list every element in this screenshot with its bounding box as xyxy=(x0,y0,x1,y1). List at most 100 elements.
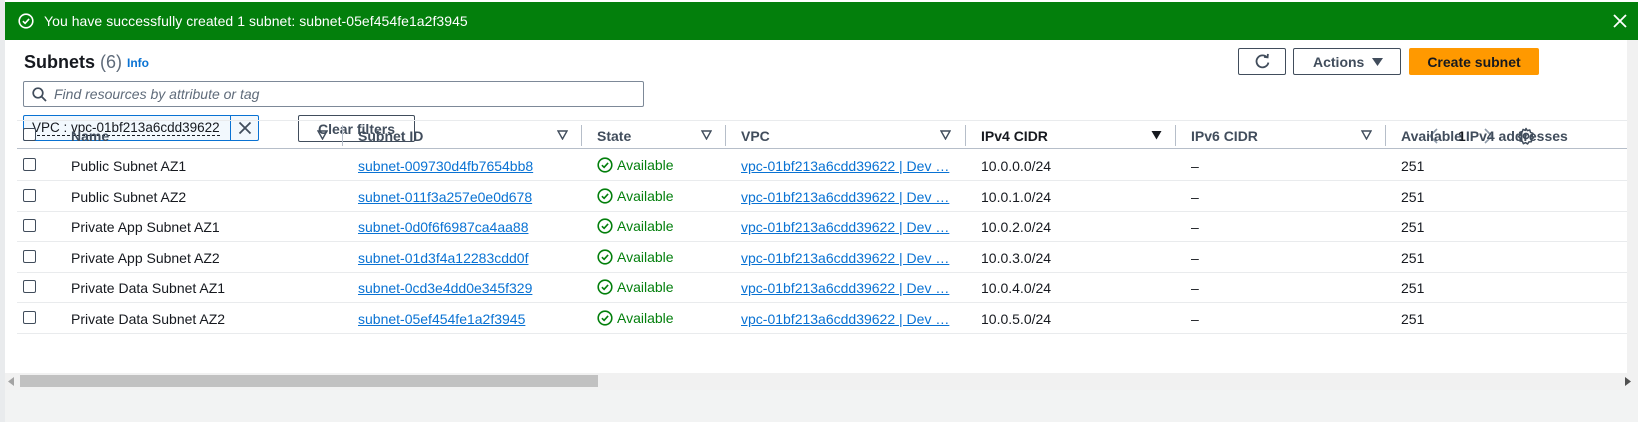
available-ipv4: 251 xyxy=(1401,280,1425,297)
subnet-id-link[interactable]: subnet-009730d4fb7654bb8 xyxy=(358,158,533,174)
select-all-checkbox[interactable] xyxy=(23,128,36,141)
status-badge: Available xyxy=(597,157,674,173)
ipv4-cidr: 10.0.3.0/24 xyxy=(981,249,1052,266)
search-input[interactable] xyxy=(54,84,634,104)
column-header-vpc[interactable]: VPC xyxy=(741,128,770,144)
scroll-left-icon[interactable] xyxy=(7,377,15,386)
table-header: Name Subnet ID State VPC IPv4 CIDR IPv6 … xyxy=(17,120,1633,149)
status-badge: Available xyxy=(597,279,674,295)
column-divider[interactable] xyxy=(581,125,582,146)
vpc-link[interactable]: vpc-01bf213a6cdd39622 | Dev … xyxy=(741,219,949,235)
subnet-count: (6) xyxy=(100,52,123,72)
subnet-id-link[interactable]: subnet-05ef454fe1a2f3945 xyxy=(358,311,525,327)
row-checkbox[interactable] xyxy=(23,219,36,233)
subnet-id-link[interactable]: subnet-0d0f6f6987ca4aa88 xyxy=(358,219,528,235)
ipv6-cidr: – xyxy=(1191,249,1199,266)
available-ipv4: 251 xyxy=(1401,311,1425,327)
status-text: Available xyxy=(617,218,674,235)
vpc-link[interactable]: vpc-01bf213a6cdd39622 | Dev … xyxy=(741,280,949,296)
subnet-id-link[interactable]: subnet-0cd3e4dd0e345f329 xyxy=(358,280,532,296)
scrollbar-thumb[interactable] xyxy=(20,375,598,387)
subnet-id-link[interactable]: subnet-011f3a257e0e0d678 xyxy=(358,189,532,205)
row-checkbox[interactable] xyxy=(23,280,36,294)
column-header-name[interactable]: Name xyxy=(71,128,109,144)
ipv4-cidr: 10.0.0.0/24 xyxy=(981,158,1052,174)
banner-message: You have successfully created 1 subnet: … xyxy=(44,13,468,29)
ipv4-cidr: 10.0.5.0/24 xyxy=(981,311,1052,327)
column-header-available-ipv4[interactable]: Available IPv4 addresses xyxy=(1401,128,1568,144)
sort-icon[interactable] xyxy=(701,130,712,140)
available-ipv4: 251 xyxy=(1401,249,1425,266)
search-field[interactable] xyxy=(23,81,644,107)
info-link[interactable]: Info xyxy=(127,56,149,70)
column-divider[interactable] xyxy=(1175,125,1176,146)
success-banner: You have successfully created 1 subnet: … xyxy=(5,2,1638,40)
table-row[interactable]: Private Data Subnet AZ2 subnet-05ef454fe1… xyxy=(17,303,1633,334)
table-row[interactable]: Private App Subnet AZ2 subnet-01d3f4a1228… xyxy=(17,242,1633,273)
column-header-ipv6-cidr[interactable]: IPv6 CIDR xyxy=(1191,128,1258,144)
caret-down-icon xyxy=(1372,58,1383,66)
status-text: Available xyxy=(617,279,674,296)
column-divider[interactable] xyxy=(725,125,726,146)
available-ipv4: 251 xyxy=(1401,188,1425,205)
subnet-id-link[interactable]: subnet-01d3f4a12283cdd0f xyxy=(358,250,528,266)
column-divider[interactable] xyxy=(1385,125,1386,146)
column-header-ipv4-cidr[interactable]: IPv4 CIDR xyxy=(981,128,1048,144)
subnet-name: Private Data Subnet AZ2 xyxy=(71,311,226,327)
horizontal-scrollbar[interactable] xyxy=(5,373,1638,390)
table-row[interactable]: Private App Subnet AZ1 subnet-0d0f6f6987c… xyxy=(17,211,1633,243)
create-subnet-button[interactable]: Create subnet xyxy=(1409,48,1539,75)
vpc-link[interactable]: vpc-01bf213a6cdd39622 | Dev … xyxy=(741,158,949,174)
ipv6-cidr: – xyxy=(1191,158,1199,174)
status-available-icon xyxy=(597,218,613,234)
ipv4-cidr: 10.0.4.0/24 xyxy=(981,280,1052,297)
column-header-state[interactable]: State xyxy=(597,128,631,144)
scroll-right-icon[interactable] xyxy=(1624,377,1632,386)
vertical-scrollbar[interactable] xyxy=(1627,40,1638,373)
close-icon[interactable] xyxy=(1612,13,1628,29)
table-row[interactable]: Public Subnet AZ1 subnet-009730d4fb7654bb… xyxy=(17,150,1633,181)
actions-dropdown[interactable]: Actions xyxy=(1293,48,1401,75)
page-footer-area xyxy=(5,390,1638,422)
refresh-button[interactable] xyxy=(1238,48,1286,75)
vpc-link[interactable]: vpc-01bf213a6cdd39622 | Dev … xyxy=(741,250,949,266)
ipv6-cidr: – xyxy=(1191,219,1199,236)
row-checkbox[interactable] xyxy=(23,311,36,324)
table-row[interactable]: Private Data Subnet AZ1 subnet-0cd3e4dd0e… xyxy=(17,272,1633,304)
available-ipv4: 251 xyxy=(1401,158,1425,174)
success-circle-icon xyxy=(18,13,34,29)
sort-descending-icon[interactable] xyxy=(1151,130,1162,140)
column-divider[interactable] xyxy=(342,125,343,146)
row-checkbox[interactable] xyxy=(23,158,36,171)
title-text: Subnets xyxy=(24,52,96,72)
ipv6-cidr: – xyxy=(1191,280,1199,297)
search-icon xyxy=(32,87,47,102)
status-available-icon xyxy=(597,157,613,173)
status-available-icon xyxy=(597,310,613,326)
ipv6-cidr: – xyxy=(1191,311,1199,327)
table-row[interactable]: Public Subnet AZ2 subnet-011f3a257e0e0d67… xyxy=(17,181,1633,212)
sort-icon[interactable] xyxy=(557,130,568,140)
page-title: Subnets (6) xyxy=(24,52,122,73)
sort-icon[interactable] xyxy=(1361,130,1372,140)
status-badge: Available xyxy=(597,310,674,326)
sort-icon[interactable] xyxy=(317,130,328,140)
ipv4-cidr: 10.0.1.0/24 xyxy=(981,188,1052,205)
vpc-link[interactable]: vpc-01bf213a6cdd39622 | Dev … xyxy=(741,311,949,327)
subnet-name: Private App Subnet AZ2 xyxy=(71,249,220,266)
vpc-link[interactable]: vpc-01bf213a6cdd39622 | Dev … xyxy=(741,189,949,205)
column-header-subnet-id[interactable]: Subnet ID xyxy=(358,128,423,144)
sort-icon[interactable] xyxy=(940,130,951,140)
status-text: Available xyxy=(617,248,674,265)
column-divider[interactable] xyxy=(965,125,966,146)
status-available-icon xyxy=(597,249,613,265)
row-checkbox[interactable] xyxy=(23,188,36,202)
status-badge: Available xyxy=(597,218,674,234)
status-available-icon xyxy=(597,279,613,295)
ipv4-cidr: 10.0.2.0/24 xyxy=(981,219,1052,236)
subnet-name: Public Subnet AZ1 xyxy=(71,158,187,174)
refresh-icon xyxy=(1255,53,1269,69)
row-checkbox[interactable] xyxy=(23,249,36,263)
subnet-name: Public Subnet AZ2 xyxy=(71,188,187,205)
status-text: Available xyxy=(617,157,674,173)
